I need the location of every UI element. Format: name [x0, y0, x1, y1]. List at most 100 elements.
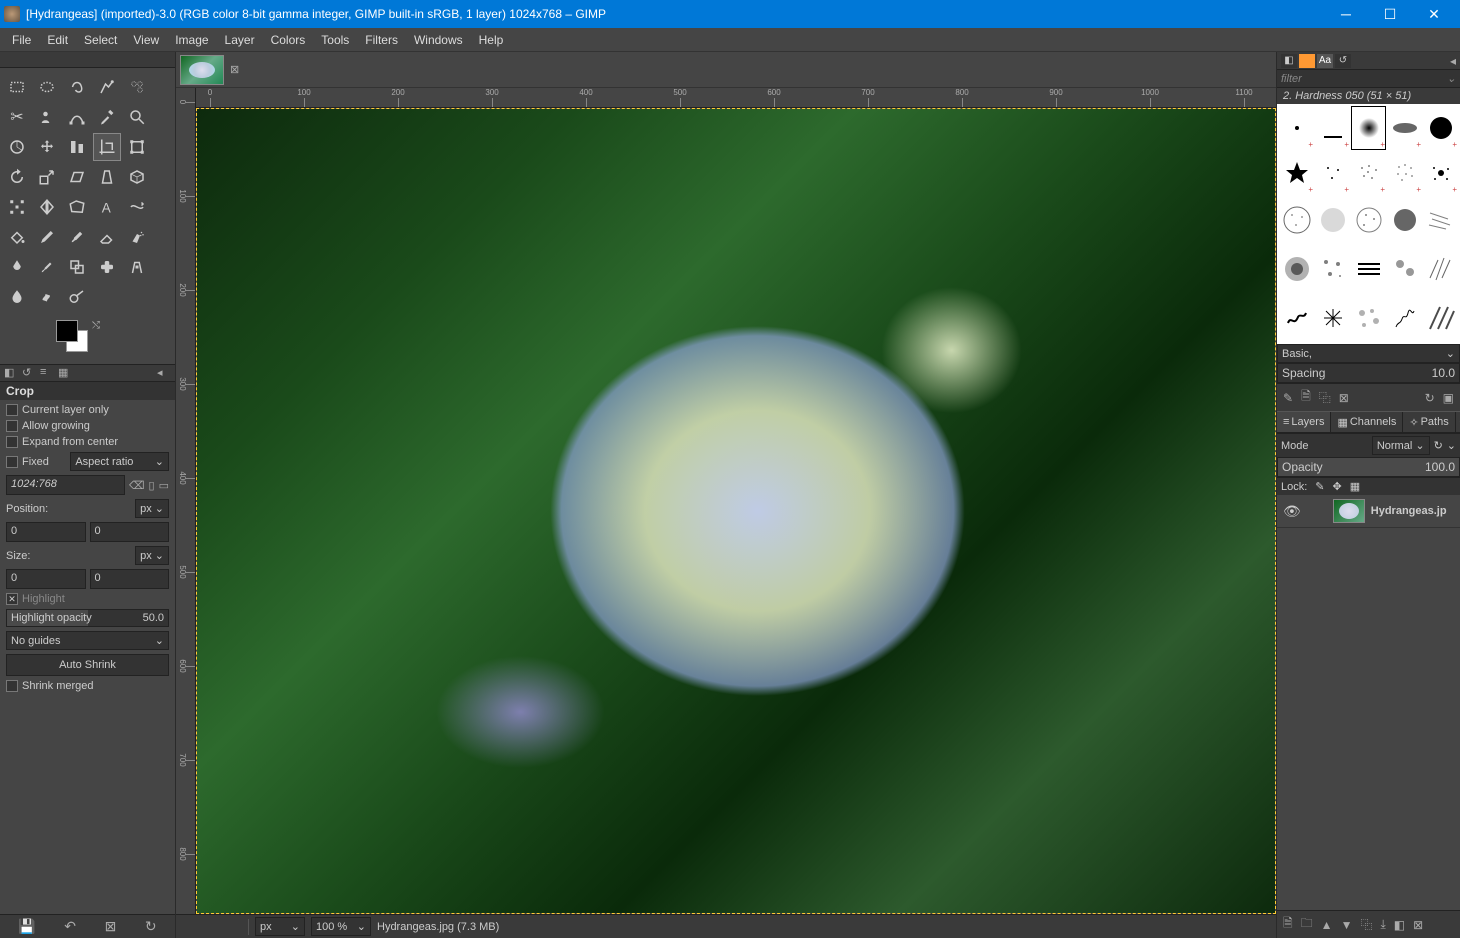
crop-tool[interactable] — [93, 133, 121, 161]
brush-item[interactable]: + — [1423, 151, 1458, 195]
brush-item-selected[interactable]: + — [1351, 106, 1386, 150]
device-status-tab-icon[interactable]: ↺ — [22, 366, 36, 380]
select-by-color-tool[interactable] — [123, 73, 151, 101]
fixed-mode-dropdown[interactable]: Aspect ratio⌄ — [70, 452, 169, 471]
ratio-field[interactable]: 1024:768 — [6, 475, 125, 495]
position-y-field[interactable]: 0 — [90, 522, 170, 542]
paths-tool[interactable] — [63, 103, 91, 131]
eraser-tool[interactable] — [93, 223, 121, 251]
menu-tools[interactable]: Tools — [313, 33, 357, 47]
brush-item[interactable] — [1279, 245, 1314, 293]
brush-spacing-slider[interactable]: Spacing10.0 — [1277, 363, 1460, 383]
maximize-button[interactable]: ☐ — [1368, 0, 1412, 28]
layer-mode-dropdown[interactable]: Normal ⌄ — [1372, 436, 1430, 455]
brushes-tab-icon[interactable]: ◧ — [1281, 54, 1297, 68]
move-tool[interactable] — [33, 133, 61, 161]
delete-options-icon[interactable]: ⊠ — [105, 918, 117, 935]
close-button[interactable]: ✕ — [1412, 0, 1456, 28]
tab-menu-icon[interactable]: ◂ — [1450, 54, 1456, 68]
menu-select[interactable]: Select — [76, 33, 125, 47]
landscape-icon[interactable]: ▭ — [159, 479, 169, 492]
highlight-opacity-slider[interactable]: Highlight opacity50.0 — [6, 609, 169, 627]
clear-icon[interactable]: ⌫ — [129, 479, 145, 492]
pencil-tool[interactable] — [33, 223, 61, 251]
brush-item[interactable] — [1351, 294, 1386, 342]
menu-windows[interactable]: Windows — [406, 33, 471, 47]
layer-item[interactable]: 👁 Hydrangeas.jp — [1277, 495, 1460, 528]
bucket-fill-tool[interactable] — [3, 223, 31, 251]
undo-history-tab-icon[interactable]: ≡ — [40, 366, 54, 380]
history-tab-icon[interactable]: ↺ — [1335, 54, 1351, 68]
layer-name[interactable]: Hydrangeas.jp — [1371, 505, 1447, 517]
size-unit-dropdown[interactable]: px ⌄ — [135, 546, 169, 565]
auto-shrink-button[interactable]: Auto Shrink — [6, 654, 169, 676]
expand-from-center-checkbox[interactable] — [6, 436, 18, 448]
merge-down-icon[interactable]: ⤓ — [1380, 917, 1385, 932]
menu-image[interactable]: Image — [167, 33, 216, 47]
menu-edit[interactable]: Edit — [39, 33, 76, 47]
brush-item[interactable] — [1387, 196, 1422, 244]
tab-menu-icon[interactable]: ◂ — [157, 366, 171, 380]
menu-filters[interactable]: Filters — [357, 33, 406, 47]
text-tool[interactable]: A — [93, 193, 121, 221]
brush-item[interactable]: + — [1315, 106, 1350, 150]
raise-layer-icon[interactable]: ▲ — [1321, 918, 1333, 932]
duplicate-brush-icon[interactable]: ⿻ — [1319, 389, 1331, 406]
menu-layer[interactable]: Layer — [217, 33, 263, 47]
status-unit-dropdown[interactable]: px⌄ — [255, 917, 305, 936]
minimize-button[interactable]: ─ — [1324, 0, 1368, 28]
size-w-field[interactable]: 0 — [6, 569, 86, 589]
fg-color[interactable] — [56, 320, 78, 342]
brush-item[interactable] — [1423, 245, 1458, 293]
heal-tool[interactable] — [93, 253, 121, 281]
brush-item[interactable]: + — [1387, 151, 1422, 195]
brush-item[interactable] — [1315, 294, 1350, 342]
delete-layer-icon[interactable]: ⊠ — [1413, 918, 1423, 932]
new-group-icon[interactable]: 🗀 — [1301, 914, 1313, 935]
brush-item[interactable] — [1351, 245, 1386, 293]
zoom-dropdown[interactable]: 100 %⌄ — [311, 917, 371, 936]
position-unit-dropdown[interactable]: px ⌄ — [135, 499, 169, 518]
rect-select-tool[interactable] — [3, 73, 31, 101]
delete-brush-icon[interactable]: ⊠ — [1339, 391, 1349, 405]
brush-item[interactable]: + — [1279, 106, 1314, 150]
warp-tool[interactable] — [123, 193, 151, 221]
brush-item[interactable] — [1387, 245, 1422, 293]
smudge-tool[interactable] — [33, 283, 61, 311]
ink-tool[interactable] — [3, 253, 31, 281]
channels-tab[interactable]: ▦Channels — [1331, 412, 1403, 432]
chevron-down-icon[interactable]: ⌄ — [1447, 439, 1456, 452]
edit-brush-icon[interactable]: ✎ — [1283, 391, 1293, 405]
open-as-image-icon[interactable]: ▣ — [1443, 391, 1454, 405]
flip-tool[interactable] — [33, 193, 61, 221]
canvas[interactable] — [196, 108, 1276, 914]
reset-options-icon[interactable]: ↻ — [145, 918, 157, 935]
highlight-checkbox[interactable] — [6, 593, 18, 605]
brush-item[interactable]: + — [1387, 106, 1422, 150]
lock-pixels-icon[interactable]: ✎ — [1315, 480, 1324, 493]
save-options-icon[interactable]: 💾 — [18, 918, 35, 935]
position-x-field[interactable]: 0 — [6, 522, 86, 542]
brush-item[interactable]: + — [1279, 151, 1314, 195]
brush-item[interactable] — [1351, 196, 1386, 244]
brush-item[interactable] — [1315, 245, 1350, 293]
lower-layer-icon[interactable]: ▼ — [1341, 918, 1353, 932]
fixed-checkbox[interactable] — [6, 456, 18, 468]
patterns-tab-icon[interactable] — [1299, 54, 1315, 68]
menu-colors[interactable]: Colors — [263, 33, 314, 47]
layer-opacity-slider[interactable]: Opacity100.0 — [1277, 457, 1460, 477]
menu-help[interactable]: Help — [471, 33, 512, 47]
portrait-icon[interactable]: ▯ — [149, 479, 155, 492]
perspective-clone-tool[interactable] — [123, 253, 151, 281]
handle-transform-tool[interactable] — [3, 193, 31, 221]
3d-transform-tool[interactable] — [123, 163, 151, 191]
size-h-field[interactable]: 0 — [90, 569, 170, 589]
brush-item[interactable] — [1423, 294, 1458, 342]
allow-growing-checkbox[interactable] — [6, 420, 18, 432]
current-layer-only-checkbox[interactable] — [6, 404, 18, 416]
ellipse-select-tool[interactable] — [33, 73, 61, 101]
airbrush-tool[interactable] — [123, 223, 151, 251]
perspective-tool[interactable] — [93, 163, 121, 191]
brush-item[interactable] — [1423, 196, 1458, 244]
restore-options-icon[interactable]: ↶ — [64, 918, 76, 935]
